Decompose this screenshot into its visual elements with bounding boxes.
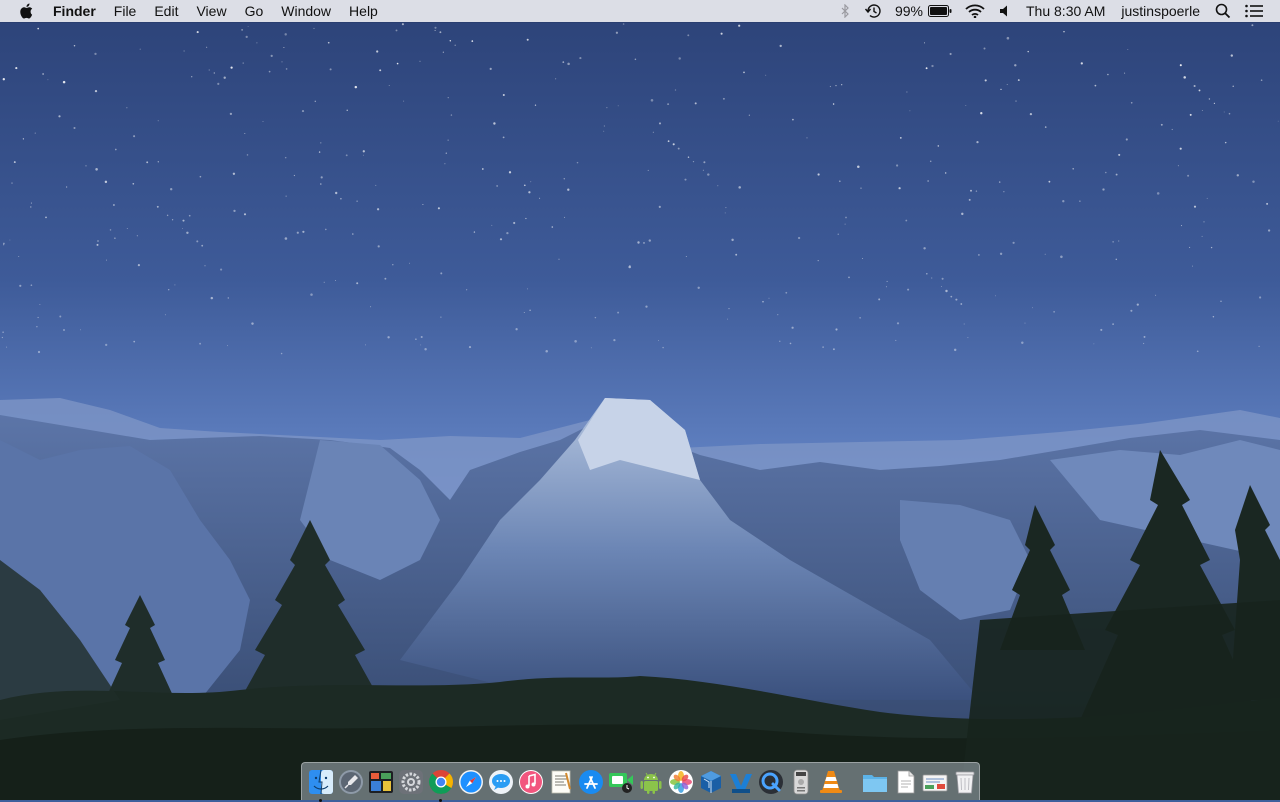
itunes-icon[interactable] (518, 769, 544, 795)
system-preferences-icon[interactable] (398, 769, 424, 795)
menu-bar-left: Finder File Edit View Go Window Help (0, 0, 387, 22)
app-menu-finder[interactable]: Finder (44, 0, 105, 22)
notification-center-icon[interactable] (1238, 0, 1270, 22)
apple-menu[interactable] (0, 3, 44, 19)
menu-edit[interactable]: Edit (145, 0, 187, 22)
finder-icon[interactable] (308, 769, 334, 802)
menu-file[interactable]: File (105, 0, 146, 22)
virtualbox-icon[interactable] (698, 769, 724, 795)
vlc-icon[interactable] (818, 769, 844, 795)
wallpaper-image (0, 0, 1280, 800)
launchpad-icon[interactable] (338, 769, 364, 795)
facetime-icon[interactable] (608, 769, 634, 795)
spotlight-search-icon[interactable] (1208, 0, 1238, 22)
running-indicator (439, 798, 442, 802)
battery-percent: 99% (894, 3, 923, 19)
running-indicator (319, 798, 322, 802)
menu-bar: Finder File Edit View Go Window Help 99% (0, 0, 1280, 22)
document-stack-icon[interactable] (892, 769, 918, 795)
app-store-icon[interactable] (578, 769, 604, 795)
clock[interactable]: Thu 8:30 AM (1018, 0, 1113, 22)
android-icon[interactable] (638, 769, 664, 795)
dock (301, 762, 980, 802)
battery-icon (928, 5, 952, 17)
time-machine-icon[interactable] (857, 0, 889, 22)
messages-icon[interactable] (488, 769, 514, 795)
chrome-icon[interactable] (428, 769, 454, 802)
menu-bar-status-area: 99% Thu 8:30 AM justinspoerle (834, 0, 1280, 22)
apple-logo-icon (20, 3, 33, 19)
wifi-icon[interactable] (958, 0, 992, 22)
battery-status[interactable]: 99% (889, 0, 958, 22)
textedit-icon[interactable] (548, 769, 574, 795)
mission-control-icon[interactable] (368, 769, 394, 795)
desktop-wallpaper (0, 0, 1280, 800)
menu-help[interactable]: Help (340, 0, 387, 22)
dvd-player-icon[interactable] (788, 769, 814, 795)
menu-view[interactable]: View (187, 0, 235, 22)
safari-icon[interactable] (458, 769, 484, 795)
menu-window[interactable]: Window (272, 0, 340, 22)
downloads-stack-icon[interactable] (922, 769, 948, 795)
user-account-menu[interactable]: justinspoerle (1113, 0, 1208, 22)
volume-icon[interactable] (992, 0, 1018, 22)
menu-go[interactable]: Go (236, 0, 273, 22)
bluetooth-icon[interactable] (834, 0, 857, 22)
quicktime-icon[interactable] (758, 769, 784, 795)
trash-icon[interactable] (952, 769, 978, 795)
applications-folder-icon[interactable] (862, 769, 888, 795)
vmware-icon[interactable] (728, 769, 754, 795)
photos-icon[interactable] (668, 769, 694, 795)
